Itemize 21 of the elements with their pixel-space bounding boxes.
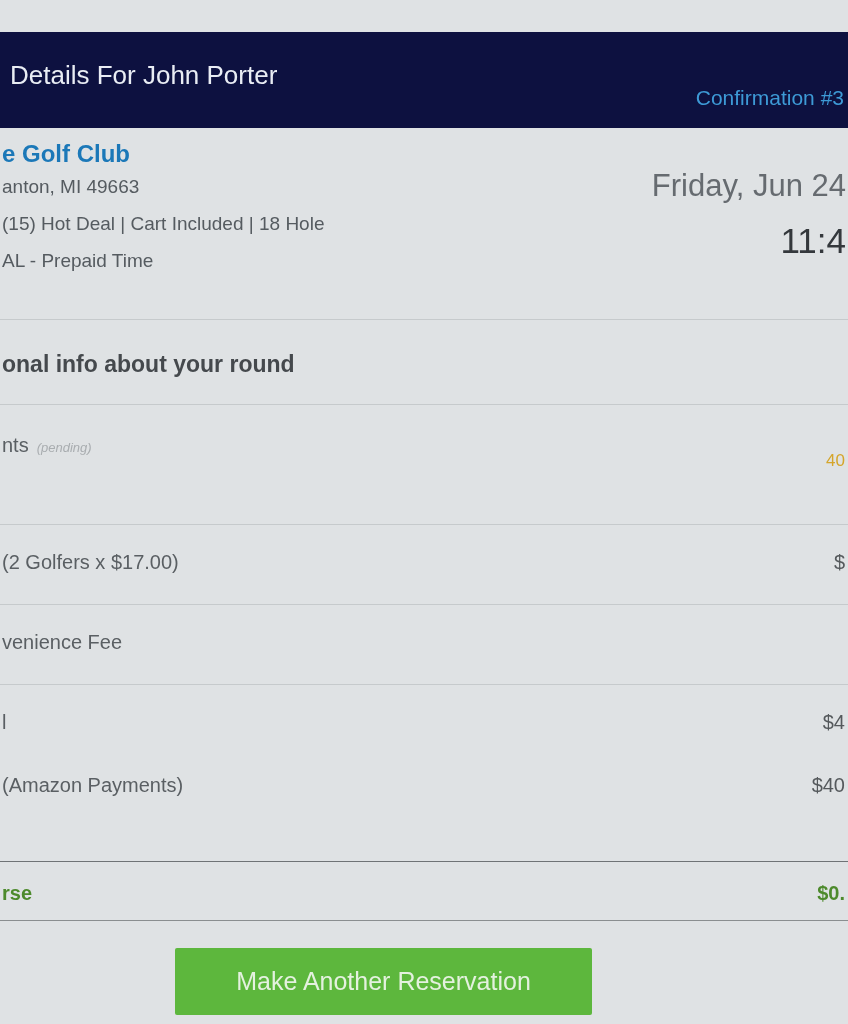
page-title: Details For John Porter (10, 60, 278, 90)
tee-date: Friday, Jun 24 (651, 167, 846, 205)
row-label: (Amazon Payments) (2, 773, 184, 797)
course-name: e Golf Club (2, 140, 130, 168)
row-label: rse (2, 881, 33, 905)
course-detail: (15) Hot Deal | Cart Included | 18 Hole (2, 212, 325, 236)
section-heading: onal info about your round (2, 350, 295, 378)
row-label: l (2, 710, 7, 734)
row-value: $40 (811, 773, 845, 797)
row-value: 40 (826, 450, 845, 472)
make-reservation-button[interactable]: Make Another Reservation (175, 948, 592, 1015)
confirmation-number: Confirmation #3 (695, 86, 844, 110)
course-detail: AL - Prepaid Time (2, 249, 154, 273)
row-value: $4 (822, 710, 845, 734)
row-value: $0. (817, 881, 845, 905)
row-value: $ (833, 550, 845, 574)
tee-time: 11:4 (780, 221, 846, 261)
row-label: nts (2, 433, 29, 457)
row-label: (2 Golfers x $17.00) (2, 550, 179, 574)
course-detail: anton, MI 49663 (2, 175, 140, 199)
row-label: venience Fee (2, 630, 123, 654)
